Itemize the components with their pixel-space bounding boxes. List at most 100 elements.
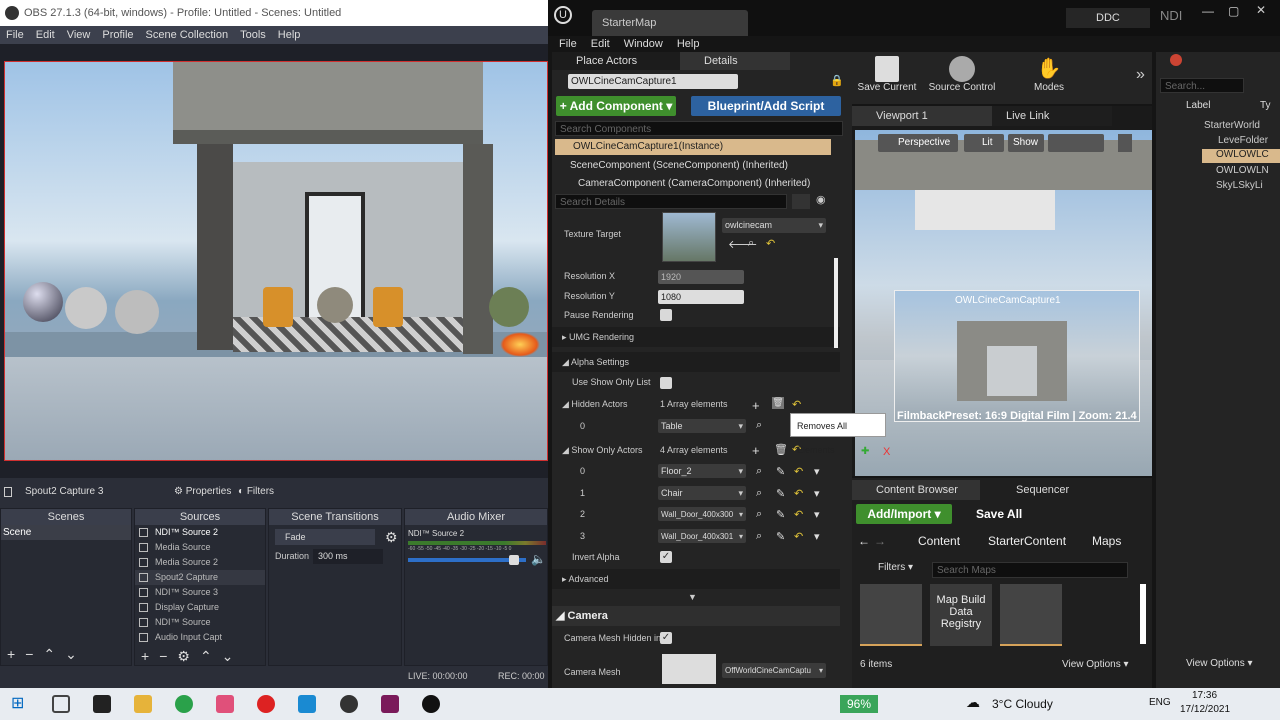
map-build-data-tile[interactable]: Map Build Data Registry (930, 584, 992, 646)
perspective-button[interactable]: Perspective (878, 134, 958, 152)
chevron-down-icon[interactable]: ▾ (814, 530, 820, 543)
outliner-item[interactable]: SkyLSkyLi (1216, 180, 1263, 191)
source-item[interactable]: NDI™ Source 3 (135, 585, 265, 600)
lock-icon[interactable]: 🔒 (830, 74, 844, 87)
viewport-tab[interactable]: Viewport 1 (852, 106, 992, 126)
obs-menu-tools[interactable]: Tools (234, 26, 272, 44)
component-instance-row[interactable]: OWLCineCamCapture1(Instance) (555, 139, 831, 155)
resolution-x-input[interactable]: 1920 (658, 270, 744, 284)
chevron-down-icon[interactable]: ▾ (814, 487, 820, 500)
outliner-item[interactable]: StarterWorld (1204, 120, 1260, 131)
outliner-item[interactable]: LeveFolder (1218, 135, 1268, 146)
blueprint-add-script-button[interactable]: Blueprint/Add Script (691, 96, 841, 116)
forward-arrow-icon[interactable]: → (874, 534, 886, 548)
add-source-button[interactable]: + (141, 648, 149, 664)
source-item[interactable]: Media Source (135, 540, 265, 555)
camera-mesh-hidden-checkbox[interactable]: ✓ (660, 632, 672, 644)
advanced-row[interactable]: ▸ Advanced (552, 569, 840, 589)
unreal-taskbar-icon[interactable] (422, 695, 440, 713)
view-options-button[interactable]: View Options ▾ (1062, 659, 1129, 670)
show-button[interactable]: Show (1008, 134, 1044, 152)
alpha-settings-row[interactable]: ◢ Alpha Settings (552, 352, 840, 372)
app-icon[interactable] (216, 695, 234, 713)
lit-button[interactable]: Lit (964, 134, 1004, 152)
obs-menu-file[interactable]: File (0, 26, 30, 44)
clock-time[interactable]: 17:36 (1192, 690, 1217, 701)
task-view-icon[interactable] (52, 695, 70, 713)
umg-rendering-row[interactable]: ▸ UMG Rendering (552, 327, 840, 347)
details-tab[interactable]: Details (680, 52, 790, 70)
record-icon[interactable] (1170, 54, 1182, 66)
source-settings-gear-icon[interactable]: ⚙ (177, 648, 190, 665)
close-icon[interactable]: ✕ (1256, 3, 1266, 17)
browse-icon[interactable]: ⌕ (756, 530, 762, 543)
asset-tile[interactable] (860, 584, 922, 646)
search-components-input[interactable]: Search Components (555, 121, 843, 136)
grid-view-icon[interactable] (792, 194, 810, 209)
move-down-button[interactable]: ⌄ (65, 646, 77, 663)
camera-component-row[interactable]: CameraComponent (CameraComponent) (Inher… (578, 178, 810, 189)
remove-source-button[interactable]: − (159, 648, 167, 664)
source-item[interactable]: Audio Input Capt (135, 630, 265, 645)
outliner-view-options[interactable]: View Options ▾ (1186, 658, 1253, 669)
show-only-dropdown[interactable]: Floor_2 (658, 464, 746, 479)
move-down-button[interactable]: ⌄ (222, 648, 234, 665)
maximize-icon[interactable]: ▢ (1228, 4, 1239, 18)
move-up-button[interactable]: ⌃ (43, 646, 55, 663)
eye-icon[interactable]: ◉ (816, 193, 826, 206)
ue-menu-file[interactable]: File (559, 36, 577, 52)
place-actors-tab[interactable]: Place Actors (552, 52, 680, 70)
ue-menu-window[interactable]: Window (624, 36, 663, 52)
obs-menu-help[interactable]: Help (272, 26, 307, 44)
content-scrollbar[interactable] (1140, 584, 1146, 644)
details-scrollbar[interactable] (834, 258, 838, 348)
move-up-button[interactable]: ⌃ (200, 648, 212, 665)
windows-start-icon[interactable]: ⊞ (11, 695, 29, 713)
pause-rendering-checkbox[interactable] (660, 309, 672, 321)
browse-icon[interactable]: ⌕ (756, 419, 762, 432)
show-only-dropdown[interactable]: Wall_Door_400x300 (658, 507, 746, 522)
picker-icon[interactable]: ✎ (776, 487, 785, 500)
obs-menu-edit[interactable]: Edit (30, 26, 61, 44)
content-browser-tab[interactable]: Content Browser (852, 480, 980, 500)
add-component-button[interactable]: + Add Component ▾ (556, 96, 676, 116)
expand-toolbar-icon[interactable]: » (1136, 66, 1145, 84)
scene-component-row[interactable]: SceneComponent (SceneComponent) (Inherit… (570, 160, 788, 171)
trash-icon[interactable]: 🗑 (772, 397, 784, 409)
path-startercontent[interactable]: StarterContent (988, 534, 1066, 548)
browse-icon[interactable]: ⌕ (748, 237, 754, 250)
outliner-item[interactable]: OWLOWLN (1216, 165, 1269, 176)
scene-item[interactable]: Scene (1, 525, 131, 540)
ue-menu-edit[interactable]: Edit (591, 36, 610, 52)
add-element-icon[interactable]: + (752, 443, 760, 458)
ue-menu-help[interactable]: Help (677, 36, 700, 52)
ndi-icon[interactable] (381, 695, 399, 713)
type-column-header[interactable]: Ty (1260, 100, 1271, 111)
reset-icon[interactable]: ↶ (794, 487, 803, 500)
actor-name-input[interactable]: OWLCineCamCapture1 (568, 74, 738, 89)
show-only-dropdown[interactable]: Chair (658, 486, 746, 501)
resolution-y-input[interactable]: 1080 (658, 290, 744, 304)
properties-button[interactable]: ⚙ Properties (174, 482, 231, 502)
browse-icon[interactable]: ⌕ (756, 508, 762, 521)
viewport-scene[interactable]: OWLCineCamCapture1 FilmbackPreset: 16:9 … (855, 130, 1152, 476)
chevron-down-icon[interactable]: ▾ (814, 465, 820, 478)
add-import-button[interactable]: Add/Import ▾ (856, 504, 952, 524)
source-item[interactable]: Media Source 2 (135, 555, 265, 570)
use-show-only-checkbox[interactable] (660, 377, 672, 389)
volume-slider-handle[interactable] (509, 555, 519, 565)
picker-icon[interactable]: ✎ (776, 465, 785, 478)
source-item[interactable]: NDI™ Source 2 (135, 525, 265, 540)
weather-text[interactable]: 3°C Cloudy (992, 697, 1053, 711)
remove-scene-button[interactable]: − (25, 646, 33, 662)
save-current-button[interactable]: Save Current (856, 56, 918, 100)
clock-date[interactable]: 17/12/2021 (1180, 704, 1230, 715)
source-control-button[interactable]: Source Control (924, 56, 1000, 100)
filters-button[interactable]: ◐ Filters (238, 482, 274, 502)
minimize-icon[interactable]: — (1202, 4, 1214, 18)
camera-mesh-thumbnail[interactable] (662, 654, 716, 684)
transform-tools[interactable] (1048, 134, 1104, 152)
sequencer-tab[interactable]: Sequencer (982, 480, 1102, 500)
texture-thumbnail[interactable] (662, 212, 716, 262)
browse-icon[interactable]: ⌕ (756, 465, 762, 478)
